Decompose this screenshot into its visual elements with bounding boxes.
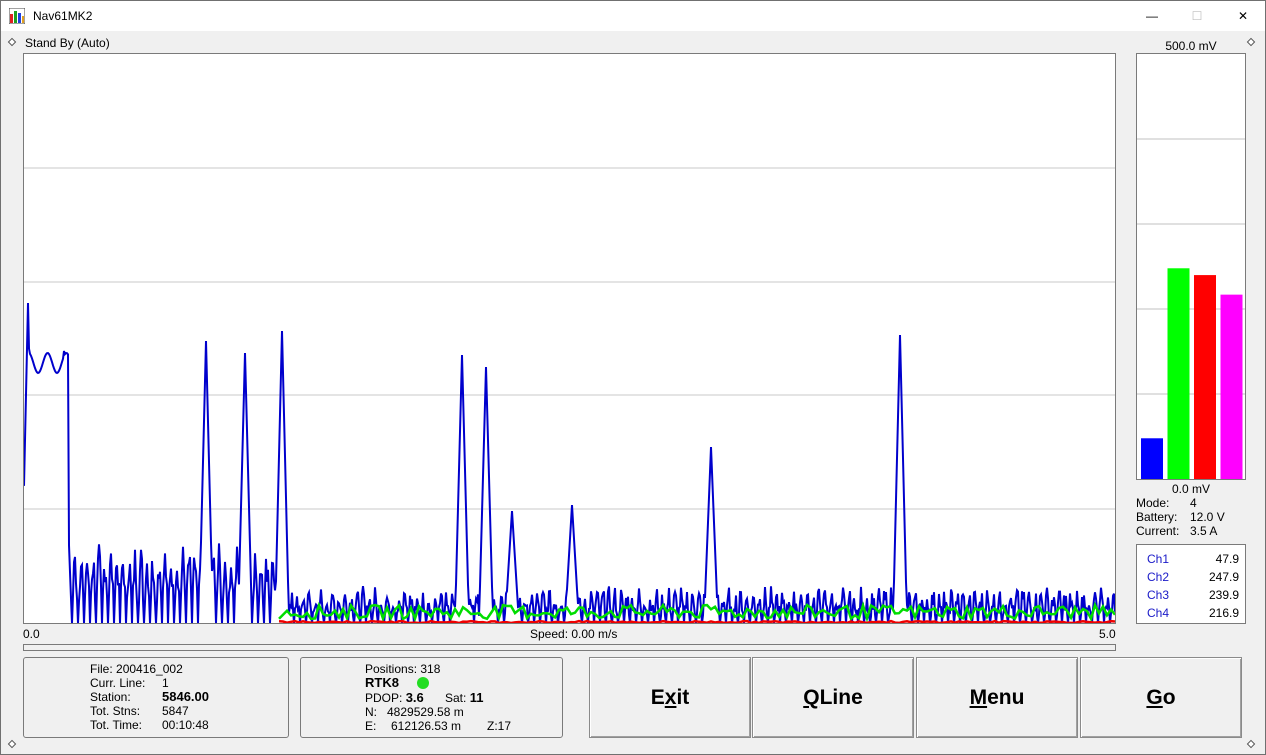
menu-button[interactable]: Menu (916, 657, 1078, 738)
channel-value: 47.9 (1215, 552, 1239, 566)
exit-button-label-start: E (650, 685, 665, 709)
gps-panel: Positions: 318 RTK8 PDOP: 3.6 Sat: 11 N:… (300, 657, 563, 738)
close-button[interactable]: ✕ (1220, 1, 1266, 31)
current-value: 3.5 A (1190, 524, 1218, 538)
positions-label: Positions: (365, 662, 418, 676)
easting-value: 612126.53 m (391, 719, 462, 733)
curr-line-value: 1 (162, 676, 169, 690)
sat-label: Sat: (445, 691, 467, 705)
qline-button-label-end: Line (819, 685, 863, 709)
current-label: Current: (1136, 524, 1180, 538)
station-label: Station: (90, 690, 131, 704)
meter-min-label: 0.0 mV (1171, 482, 1210, 496)
pdop-label: PDOP: (365, 691, 403, 705)
meter-bar-ch1 (1141, 438, 1163, 479)
signal-plot (23, 53, 1116, 624)
file-info-panel: File: 200416_002 Curr. Line: 1 Station: … (23, 657, 289, 738)
signal-plot-canvas (24, 167, 1115, 623)
x-min-label: 0.0 (23, 627, 40, 641)
utm-zone: Z:17 (487, 719, 512, 733)
pdop-value: 3.6 (405, 690, 424, 705)
channel-meter-canvas (1137, 138, 1245, 479)
battery-row: Battery: 12.0 V (1136, 510, 1225, 524)
meter-bar-ch4 (1220, 294, 1243, 479)
meter-bar-ch3 (1194, 275, 1216, 479)
minimize-icon: — (1146, 9, 1158, 23)
tot-time-label: Tot. Time: (90, 718, 143, 732)
channel-value: 216.9 (1208, 606, 1239, 620)
minimize-button[interactable]: — (1129, 1, 1175, 31)
status-label: Stand By (Auto) (25, 36, 110, 50)
mode-row: Mode: 4 (1136, 496, 1197, 510)
menu-button-label-end: enu (987, 685, 1025, 709)
gps-fix-label: RTK8 (365, 675, 399, 690)
app-window: Nav61MK2 — ☐ ✕ Stand By (Auto) 0.0 Speed… (0, 0, 1266, 755)
curr-line-label: Curr. Line: (90, 676, 146, 690)
sat-row: Sat: 11 (445, 690, 483, 705)
channel-value: 239.9 (1208, 588, 1239, 602)
app-icon (9, 8, 25, 24)
file-row: File: 200416_002 (90, 662, 183, 676)
tot-stns-label: Tot. Stns: (90, 704, 141, 718)
exit-button[interactable]: Ex it (589, 657, 751, 738)
file-label: File: (90, 662, 113, 676)
positions-row: Positions: 318 (365, 662, 440, 676)
positions-value: 318 (420, 662, 441, 676)
gps-fix-indicator-icon (417, 677, 429, 689)
channel-name: Ch2 (1147, 570, 1170, 584)
trace-ch1 (24, 302, 1115, 623)
northing-label: N: (365, 705, 377, 719)
battery-label: Battery: (1136, 510, 1178, 524)
channel-value: 247.9 (1208, 570, 1239, 584)
resize-grip-icon[interactable] (7, 739, 17, 749)
plot-scrollbar[interactable] (23, 644, 1116, 651)
sat-value: 11 (469, 690, 484, 705)
resize-grip-icon[interactable] (7, 37, 17, 47)
channel-name: Ch1 (1147, 552, 1170, 566)
go-button-mnemonic: G (1146, 685, 1163, 709)
menu-button-mnemonic: M (969, 685, 988, 709)
go-button[interactable]: Go (1080, 657, 1242, 738)
battery-value: 12.0 V (1190, 510, 1225, 524)
meter-max-label: 500.0 mV (1165, 39, 1217, 53)
channel-name: Ch3 (1147, 588, 1170, 602)
pdop-row: PDOP: 3.6 (365, 690, 424, 705)
close-icon: ✕ (1237, 9, 1249, 23)
exit-button-mnemonic: x (664, 685, 677, 709)
channel-name: Ch4 (1147, 606, 1170, 620)
northing-value: 4829529.58 m (387, 705, 464, 719)
resize-grip-icon[interactable] (1246, 739, 1256, 749)
qline-button[interactable]: Q Line (752, 657, 914, 738)
qline-button-mnemonic: Q (803, 685, 820, 709)
maximize-icon: ☐ (1191, 9, 1203, 23)
window-title: Nav61MK2 (33, 9, 93, 23)
channel-values-box: Ch1 47.9 Ch2 247.9 Ch3 239.9 Ch4 216.9 (1136, 544, 1246, 624)
x-max-label: 5.0 (1099, 627, 1116, 641)
easting-label: E: (365, 719, 377, 733)
go-button-label-end: o (1162, 685, 1176, 709)
tot-stns-value: 5847 (162, 704, 189, 718)
channel-meter (1136, 53, 1246, 480)
tot-time-value: 00:10:48 (162, 718, 209, 732)
speed-label: Speed: 0.00 m/s (530, 627, 618, 641)
mode-label: Mode: (1136, 496, 1170, 510)
maximize-button[interactable]: ☐ (1174, 1, 1220, 31)
current-row: Current: 3.5 A (1136, 524, 1217, 538)
title-bar: Nav61MK2 — ☐ ✕ (1, 1, 1265, 31)
file-value: 200416_002 (116, 662, 183, 676)
exit-button-label-end: it (676, 685, 690, 709)
meter-bar-ch2 (1167, 268, 1190, 479)
resize-grip-icon[interactable] (1246, 37, 1256, 47)
station-value: 5846.00 (162, 689, 209, 704)
mode-value: 4 (1190, 496, 1197, 510)
trace-ch3 (278, 619, 1115, 623)
